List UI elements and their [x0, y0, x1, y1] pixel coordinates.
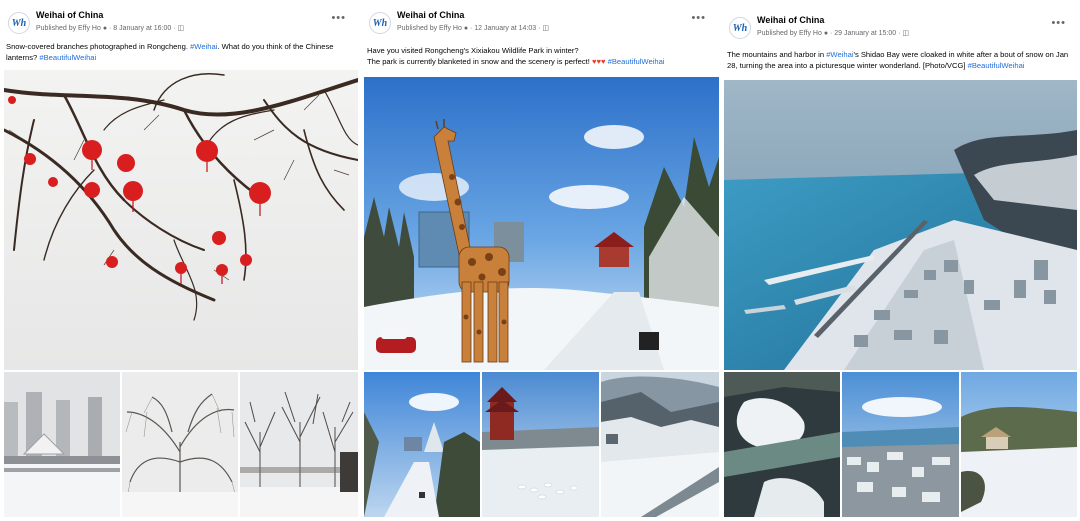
publisher-text: Published by Effy Ho: [397, 25, 462, 32]
post-header: Wh Weihai of China Published by Effy Ho …: [367, 8, 714, 38]
post-2: Wh Weihai of China Published by Effy Ho …: [361, 0, 720, 521]
globe-icon: ◫: [542, 25, 550, 32]
globe-icon: ◫: [177, 25, 185, 32]
post-thumbnail-photo[interactable]: [240, 372, 358, 517]
post-main-photo[interactable]: [4, 70, 358, 370]
post-thumbnail-photo[interactable]: [482, 372, 599, 517]
page-name[interactable]: Weihai of China: [397, 10, 464, 20]
post-caption: Snow-covered branches photographed in Ro…: [6, 41, 352, 63]
page-avatar[interactable]: Wh: [8, 12, 30, 34]
more-options-icon[interactable]: •••: [691, 12, 706, 24]
post-header: Wh Weihai of China Published by Effy Ho …: [6, 8, 354, 38]
post-thumbnail-photo[interactable]: [364, 372, 480, 517]
post-thumbnail-photo[interactable]: [4, 372, 120, 517]
hashtag-link[interactable]: #Weihai: [826, 50, 853, 59]
post-meta: Published by Effy Ho ● · 12 January at 1…: [397, 25, 550, 32]
hashtag-link[interactable]: #BeautifulWeihai: [39, 53, 96, 62]
page-avatar[interactable]: Wh: [729, 17, 751, 39]
publisher-text: Published by Effy Ho: [36, 25, 101, 32]
caption-text: The mountains and harbor in: [727, 50, 827, 59]
hashtag-link[interactable]: #BeautifulWeihai: [968, 61, 1025, 70]
caption-text: The park is currently blanketed in snow …: [367, 57, 592, 66]
post-thumbnail-photo[interactable]: [724, 372, 840, 517]
post-meta: Published by Effy Ho ● · 8 January at 16…: [36, 25, 185, 32]
info-icon: ●: [823, 30, 829, 37]
more-options-icon[interactable]: •••: [331, 12, 346, 24]
post-date[interactable]: 12 January at 14:03: [474, 25, 536, 32]
post-thumbnail-photo[interactable]: [601, 372, 719, 517]
post-caption: The mountains and harbor in #Weihai's Sh…: [727, 49, 1074, 71]
post-1: Wh Weihai of China Published by Effy Ho …: [0, 0, 360, 521]
post-header: Wh Weihai of China Published by Effy Ho …: [727, 13, 1074, 43]
post-3: Wh Weihai of China Published by Effy Ho …: [721, 0, 1080, 521]
hashtag-link[interactable]: #Weihai: [190, 42, 217, 51]
post-date[interactable]: 29 January at 15:00: [834, 30, 896, 37]
post-main-photo[interactable]: [364, 77, 719, 370]
info-icon: ●: [463, 25, 469, 32]
info-icon: ●: [102, 25, 108, 32]
publisher-text: Published by Effy Ho: [757, 30, 822, 37]
globe-icon: ◫: [902, 30, 910, 37]
caption-line: The park is currently blanketed in snow …: [367, 56, 712, 67]
hashtag-link[interactable]: #BeautifulWeihai: [608, 57, 665, 66]
caption-line: Have you visited Rongcheng's Xixiakou Wi…: [367, 46, 579, 55]
more-options-icon[interactable]: •••: [1051, 17, 1066, 29]
post-thumbnail-photo[interactable]: [122, 372, 238, 517]
page-avatar[interactable]: Wh: [369, 12, 391, 34]
heart-eyes-emoji-icon: ♥♥♥: [591, 57, 606, 66]
caption-text: Snow-covered branches photographed in Ro…: [6, 42, 191, 51]
post-meta: Published by Effy Ho ● · 29 January at 1…: [757, 30, 910, 37]
post-thumbnail-photo[interactable]: [961, 372, 1077, 517]
post-date[interactable]: 8 January at 16:00: [113, 25, 171, 32]
page-name[interactable]: Weihai of China: [36, 10, 103, 20]
post-thumbnail-photo[interactable]: [842, 372, 959, 517]
post-caption: Have you visited Rongcheng's Xixiakou Wi…: [367, 45, 712, 67]
page-name[interactable]: Weihai of China: [757, 15, 824, 25]
post-main-photo[interactable]: [724, 80, 1077, 370]
